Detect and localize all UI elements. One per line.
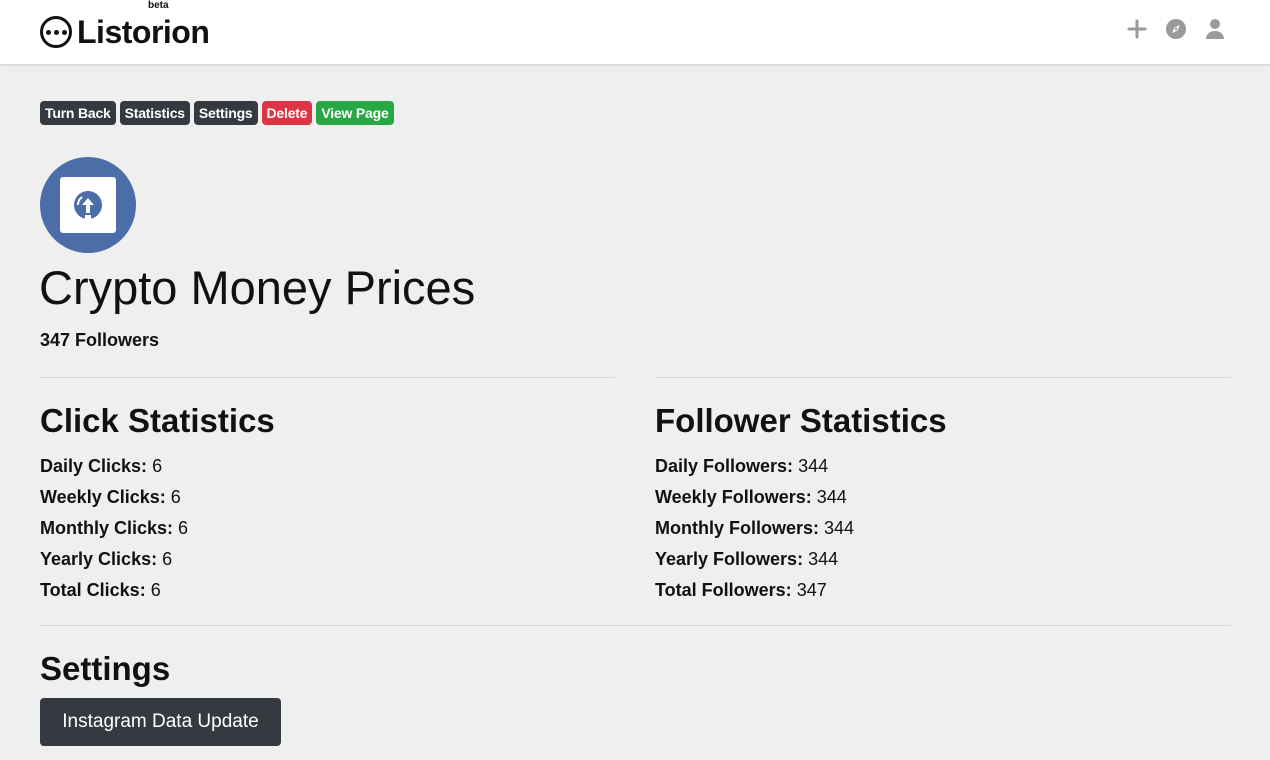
stat-value: 344	[824, 518, 855, 538]
brand-logo[interactable]: Listorion	[40, 12, 210, 52]
page-title: Crypto Money Prices	[39, 261, 476, 314]
stat-value: 344	[808, 549, 839, 569]
stat-value: 6	[152, 456, 163, 476]
brand-name: Listorion	[77, 13, 210, 50]
stat-label: Yearly Followers:	[655, 549, 804, 569]
compass-icon[interactable]	[1165, 18, 1187, 40]
stat-label: Total Clicks:	[40, 580, 146, 600]
instagram-data-update-button[interactable]: Instagram Data Update	[40, 698, 281, 746]
stat-value: 344	[816, 487, 847, 507]
user-icon[interactable]	[1204, 18, 1226, 40]
plus-icon[interactable]	[1126, 18, 1148, 40]
stat-label: Yearly Clicks:	[40, 549, 158, 569]
avatar	[40, 157, 136, 253]
delete-button[interactable]: Delete	[261, 101, 313, 125]
stat-label: Total Followers:	[655, 580, 792, 600]
stat-row: Weekly Clicks: 6	[40, 482, 275, 513]
stat-value: 347	[796, 580, 827, 600]
stat-label: Monthly Clicks:	[40, 518, 174, 538]
divider	[655, 377, 1231, 378]
stat-row: Yearly Clicks: 6	[40, 544, 275, 575]
avatar-logo-icon	[60, 177, 116, 233]
stat-row: Yearly Followers: 344	[655, 544, 947, 575]
stat-value: 6	[170, 487, 181, 507]
follower-statistics-heading: Follower Statistics	[655, 402, 947, 439]
click-statistics-heading: Click Statistics	[40, 402, 275, 439]
stat-label: Weekly Followers:	[655, 487, 812, 507]
click-statistics-section: Click Statistics Daily Clicks: 6 Weekly …	[40, 400, 275, 606]
stat-label: Daily Followers:	[655, 456, 794, 476]
stat-value: 6	[150, 580, 161, 600]
action-buttons: Turn Back Statistics Settings Delete Vie…	[40, 101, 394, 125]
beta-badge: beta	[148, 0, 169, 11]
stat-label: Daily Clicks:	[40, 456, 148, 476]
stat-value: 344	[798, 456, 829, 476]
logo-icon	[40, 16, 72, 48]
stat-label: Monthly Followers:	[655, 518, 819, 538]
top-navbar: Listorion beta	[0, 0, 1270, 65]
stat-label: Weekly Clicks:	[40, 487, 166, 507]
view-page-button[interactable]: View Page	[316, 101, 394, 125]
stat-row: Total Clicks: 6	[40, 575, 275, 606]
stat-row: Daily Followers: 344	[655, 451, 947, 482]
follower-count: 347 Followers	[40, 330, 160, 350]
follower-stats-list: Daily Followers: 344 Weekly Followers: 3…	[655, 451, 947, 606]
settings-button[interactable]: Settings	[193, 101, 258, 125]
stat-value: 6	[178, 518, 189, 538]
stat-row: Monthly Followers: 344	[655, 513, 947, 544]
turn-back-button[interactable]: Turn Back	[40, 101, 116, 125]
click-stats-list: Daily Clicks: 6 Weekly Clicks: 6 Monthly…	[40, 451, 275, 606]
stat-row: Weekly Followers: 344	[655, 482, 947, 513]
settings-heading: Settings	[40, 650, 171, 687]
stat-value: 6	[162, 549, 173, 569]
header-actions	[1126, 18, 1226, 40]
divider	[40, 625, 1231, 626]
statistics-button[interactable]: Statistics	[119, 101, 190, 125]
stat-row: Monthly Clicks: 6	[40, 513, 275, 544]
follower-statistics-section: Follower Statistics Daily Followers: 344…	[655, 400, 947, 606]
divider	[40, 377, 615, 378]
stat-row: Total Followers: 347	[655, 575, 947, 606]
stat-row: Daily Clicks: 6	[40, 451, 275, 482]
